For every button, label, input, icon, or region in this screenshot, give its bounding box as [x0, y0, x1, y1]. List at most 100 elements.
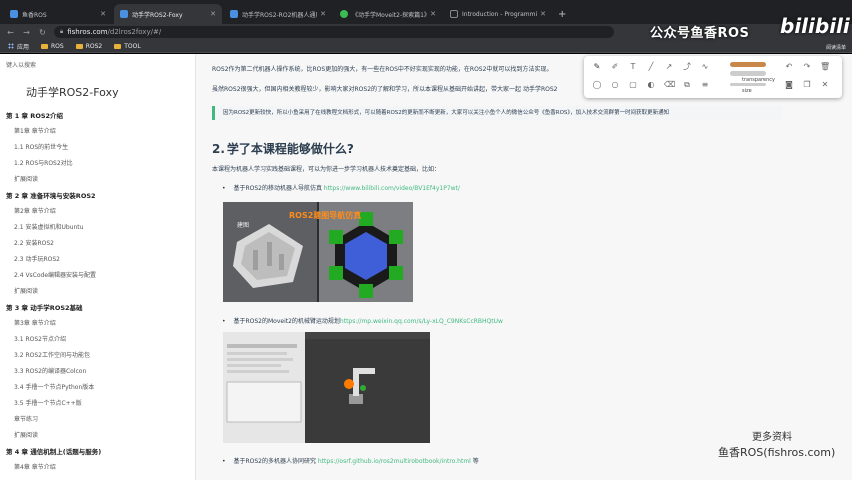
transparency-slider[interactable]	[730, 71, 766, 76]
list-item-text: 基于ROS2的Moveit2的机械臂运动规划	[233, 318, 340, 325]
bookmark-ros2[interactable]: ROS2	[75, 43, 102, 50]
settings-icon[interactable]: ≡	[700, 80, 710, 90]
rviz-panel	[223, 332, 305, 443]
tab-2[interactable]: 动手学ROS2-RO2机器人通用的 ✕	[224, 4, 332, 24]
size-slider[interactable]	[730, 83, 766, 86]
curve-icon[interactable]: ⤴	[682, 62, 692, 72]
moveit-link[interactable]: https://mp.weixin.qq.com/s/Ly-xLQ_C9NKsC…	[340, 318, 503, 325]
bookmark-ros[interactable]: ROS	[41, 43, 64, 50]
list-item-text: 基于ROS2的多机器人协同研究	[233, 458, 318, 465]
back-icon[interactable]: ←	[6, 28, 15, 37]
toc-item[interactable]: 1.2 ROS与ROS2对比	[6, 156, 192, 172]
paragraph-course-intro: 虽然ROS2很强大，但国内相关教程较少，影响大家对ROS2的了解和学习，所以本课…	[212, 86, 558, 93]
toc-item[interactable]: 第4章 章节介绍	[6, 460, 192, 476]
new-tab-icon[interactable]: +	[558, 9, 566, 20]
close-icon[interactable]: ✕	[210, 10, 216, 18]
close-icon[interactable]: ✕	[320, 10, 326, 18]
reading-list-button[interactable]: 阅读清单	[826, 44, 846, 51]
toc-item[interactable]: 章节练习	[6, 412, 192, 428]
toc-chapter[interactable]: 第 3 章 动手学ROS2基础	[6, 300, 192, 316]
apps-grid-icon	[8, 43, 14, 49]
bookmark-apps[interactable]: 应用	[8, 42, 29, 51]
tab-0[interactable]: 鱼香ROS ✕	[4, 4, 112, 24]
bookmark-label: TOOL	[124, 42, 141, 50]
toc-item[interactable]: 2.4 VsCode编辑器安装与配置	[6, 268, 192, 284]
tab-title: 动手学ROS2-Foxy	[132, 11, 183, 19]
tab-favicon-icon	[340, 10, 348, 18]
tab-title: 动手学ROS2-RO2机器人通用的	[242, 11, 317, 19]
toc-chapter[interactable]: 第 1 章 ROS2介绍	[6, 108, 192, 124]
toc-item[interactable]: 扩展阅读	[6, 428, 192, 444]
toc-item[interactable]: 2.1 安装虚拟机和Ubuntu	[6, 220, 192, 236]
toc-chapter[interactable]: 第 2 章 准备环境与安装ROS2	[6, 188, 192, 204]
tab-favicon-icon	[450, 10, 458, 18]
toc-item[interactable]: 第1章 章节介绍	[6, 124, 192, 140]
close-icon[interactable]: ✕	[540, 10, 546, 18]
forward-icon[interactable]: →	[22, 28, 31, 37]
rectangle-icon[interactable]: ▢	[628, 80, 638, 90]
camera-icon[interactable]: ◙	[784, 80, 794, 90]
line-icon[interactable]: ╱	[646, 62, 656, 72]
toc-chapter[interactable]: 第 4 章 通信机制上(话题与服务)	[6, 444, 192, 460]
nav-sim-link[interactable]: https://www.bilibili.com/video/BV1Ef4y1P…	[324, 185, 460, 192]
heading-text: 学了本课程能够做什么?	[226, 142, 354, 156]
bookmark-label: 应用	[17, 43, 30, 51]
redo-icon[interactable]: ↷	[802, 62, 812, 72]
list-item: 基于ROS2的多机器人协同研究 https://osrf.github.io/r…	[222, 456, 478, 465]
reload-icon[interactable]: ↻	[38, 28, 47, 37]
wave-icon[interactable]: ∿	[700, 62, 710, 72]
bookmarks-bar: 应用 ROS ROS2 TOOL	[0, 40, 852, 53]
tab-favicon-icon	[120, 10, 128, 18]
brush-icon[interactable]: ✐	[610, 62, 620, 72]
toc-item[interactable]: 3.5 手撸一个节点C++版	[6, 396, 192, 412]
toc-item[interactable]: 2.2 安装ROS2	[6, 236, 192, 252]
toc-item[interactable]: 3.3 ROS2的编译器Colcon	[6, 364, 192, 380]
trash-icon[interactable]: 🗑︎	[820, 62, 830, 72]
toc-item[interactable]: 2.3 动手玩ROS2	[6, 252, 192, 268]
color-swatch[interactable]	[730, 62, 766, 67]
transform-icon[interactable]: ⧉	[682, 80, 692, 90]
url-path: /d2lros2foxy/#/	[107, 28, 162, 36]
table-of-contents: 第 1 章 ROS2介绍 第1章 章节介绍 1.1 ROS的前世今生 1.2 ROS与…	[6, 108, 192, 476]
toc-item[interactable]: 1.1 ROS的前世今生	[6, 140, 192, 156]
paragraph-capabilities: 本课程为机器人学习实践基础课程，可以为你进一步学习机器人技术奠定基础，比如：	[212, 166, 441, 173]
undo-icon[interactable]: ↶	[784, 62, 794, 72]
url-input[interactable]: 🔒︎ fishros.com /d2lros2foxy/#/	[54, 26, 614, 38]
toc-item[interactable]: 第3章 章节介绍	[6, 316, 192, 332]
tab-title: Introduction - Programming M...	[462, 10, 537, 18]
sidebar-search-input[interactable]: 键入以搜索	[6, 60, 36, 69]
toc-item[interactable]: 扩展阅读	[6, 284, 192, 300]
section-heading: 2. 学了本课程能够做什么?	[212, 140, 354, 157]
pen-icon[interactable]: ✎	[592, 62, 602, 72]
toc-item[interactable]: 第2章 章节介绍	[6, 204, 192, 220]
toc-item[interactable]: 3.1 ROS2节点介绍	[6, 332, 192, 348]
copy-icon[interactable]: ❐	[802, 80, 812, 90]
tab-3[interactable]: 《动手学Moveit2-探索篇1》U... ✕	[334, 4, 442, 24]
tab-title: 《动手学Moveit2-探索篇1》U...	[352, 11, 427, 19]
paragraph-ros2-intro: ROS2作为第二代机器人操作系统，比ROS更加的强大，有一些在ROS中不好实现实…	[212, 66, 553, 73]
arrow-icon[interactable]: ↗	[664, 62, 674, 72]
list-item: 基于ROS2的移动机器人导航仿真 https://www.bilibili.co…	[222, 183, 460, 192]
toc-item[interactable]: 3.2 ROS2工作空间与功能包	[6, 348, 192, 364]
eraser-icon[interactable]: ⌫	[664, 80, 675, 90]
bookmark-tool[interactable]: TOOL	[114, 42, 141, 50]
toc-item[interactable]: 扩展阅读	[6, 172, 192, 188]
site-title[interactable]: 动手学ROS2-Foxy	[26, 84, 119, 100]
text-icon[interactable]: T	[628, 62, 638, 72]
tab-1[interactable]: 动手学ROS2-Foxy ✕	[114, 4, 222, 24]
main-content: ROS2作为第二代机器人操作系统，比ROS更加的强大，有一些在ROS中不好实现实…	[198, 54, 852, 480]
close-icon[interactable]: ✕	[430, 10, 436, 18]
lock-icon: 🔒︎	[60, 28, 64, 35]
image-caption: ROS2建图导航仿真	[289, 211, 362, 220]
toc-item[interactable]: 3.4 手撸一个节点Python版本	[6, 380, 192, 396]
multirobot-link[interactable]: https://osrf.github.io/ros2multirobotboo…	[318, 458, 471, 465]
ellipse-icon[interactable]: ◯	[592, 80, 602, 90]
tab-title: 鱼香ROS	[22, 11, 47, 19]
close-icon[interactable]: ✕	[100, 10, 106, 18]
fill-icon[interactable]: ◐	[646, 80, 656, 90]
close-icon[interactable]: ✕	[820, 80, 830, 90]
folder-icon	[41, 43, 49, 49]
circle-icon[interactable]: ○	[610, 80, 620, 90]
folder-icon	[114, 43, 122, 49]
tab-4[interactable]: Introduction - Programming M... ✕	[444, 4, 552, 24]
